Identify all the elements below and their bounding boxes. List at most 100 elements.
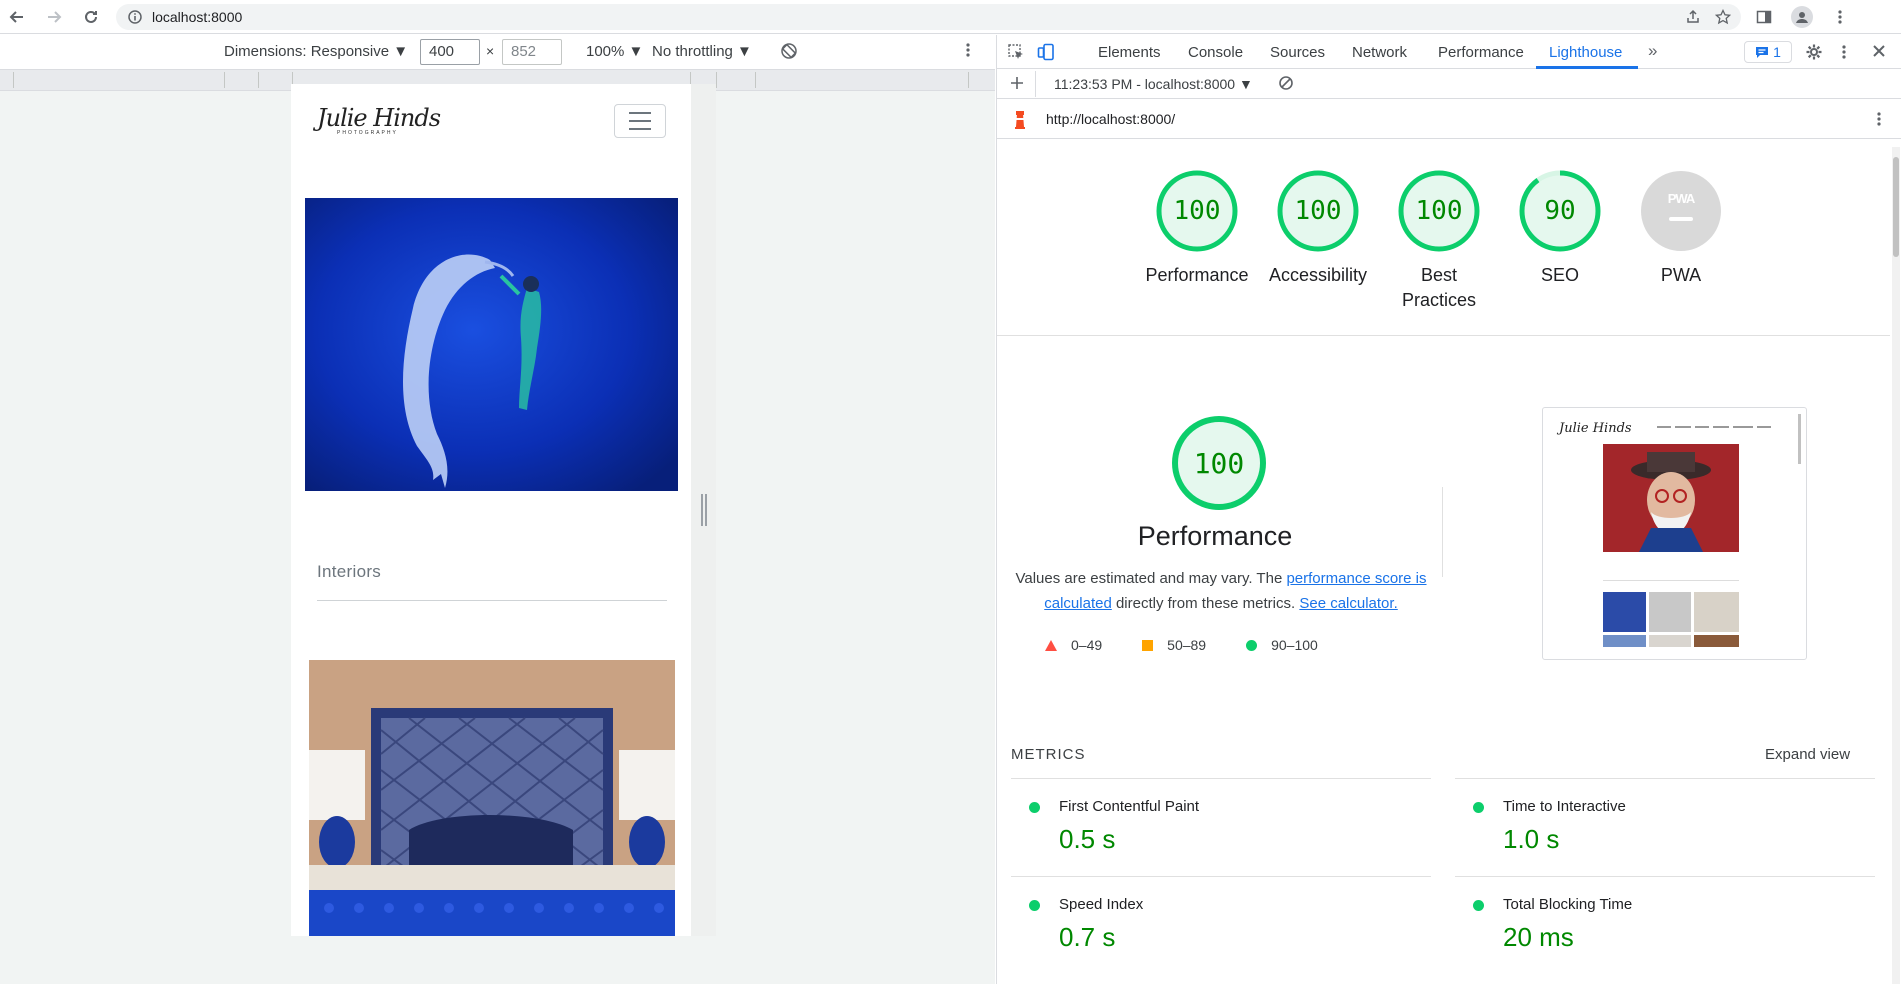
pass-dot-icon [1473, 802, 1484, 813]
devtools-menu-button[interactable] [1842, 44, 1846, 60]
device-mode-icon [1037, 43, 1054, 61]
inspect-cursor-icon [1008, 44, 1023, 59]
gauge-ring: 100 [1155, 169, 1239, 253]
back-button[interactable] [0, 0, 34, 34]
clear-reports-button[interactable] [1278, 75, 1294, 91]
site-logo-subtitle: PHOTOGRAPHY [337, 130, 398, 136]
metric-label: Total Blocking Time [1503, 896, 1633, 913]
score-gauges: 100 Performance 100 Accessibility 100 Be… [1137, 169, 1737, 319]
avatar-icon [1791, 5, 1813, 28]
expand-view-toggle[interactable]: Expand view [1765, 746, 1850, 763]
profile-button[interactable] [1787, 2, 1817, 32]
new-report-button[interactable] [1009, 75, 1025, 91]
lighthouse-toolbar: 11:23:53 PM - localhost:8000 ▼ [997, 69, 1901, 99]
see-calculator-link[interactable]: See calculator. [1299, 595, 1397, 612]
zoom-dropdown[interactable]: 100% ▼ [586, 43, 643, 60]
legend-average-label: 50–89 [1167, 637, 1207, 653]
url-text: localhost:8000 [152, 8, 243, 25]
tab-sources[interactable]: Sources [1270, 44, 1325, 61]
reload-button[interactable] [74, 0, 108, 34]
back-arrow-icon [9, 10, 23, 23]
scrollbar-thumb[interactable] [1893, 157, 1899, 257]
legend-pass: 90–100 [1246, 637, 1318, 653]
throttling-dropdown[interactable]: No throttling ▼ [652, 43, 752, 60]
metric-value: 1.0 s [1503, 824, 1560, 854]
device-toolbar: Dimensions: Responsive ▼ 400 × 852 100% … [0, 35, 995, 69]
interiors-bedroom-image[interactable] [309, 660, 675, 936]
metric-label: Speed Index [1059, 896, 1144, 913]
hamburger-menu-button[interactable] [614, 104, 666, 138]
performance-description: Values are estimated and may vary. The p… [1011, 566, 1431, 616]
kebab-menu-icon [1838, 9, 1842, 24]
metrics-heading: METRICS [1011, 746, 1086, 763]
gauge-score: 100 [1173, 196, 1221, 226]
score-legend: 0–49 50–89 90–100 [1045, 637, 1358, 653]
performance-title: Performance [1137, 521, 1293, 551]
issues-badge[interactable]: 1 [1744, 41, 1792, 63]
browser-address-bar: localhost:8000 [0, 0, 1901, 34]
metric-value: 0.5 s [1059, 824, 1116, 854]
devtools-settings-button[interactable] [1805, 43, 1823, 61]
pwa-badge-text: PWA [1667, 191, 1696, 206]
dimensions-dropdown[interactable]: Dimensions: Responsive ▼ [224, 43, 408, 60]
gauge-pwa[interactable]: PWA PWA [1621, 169, 1741, 288]
metric-label: Time to Interactive [1503, 798, 1626, 815]
omnibox[interactable]: localhost:8000 [116, 3, 1741, 30]
tab-performance[interactable]: Performance [1438, 44, 1524, 61]
gear-icon [1806, 44, 1822, 60]
gauge-ring: PWA [1639, 169, 1723, 253]
reload-icon [85, 10, 97, 23]
side-panel-button[interactable] [1749, 2, 1779, 32]
metric-value: 0.7 s [1059, 922, 1116, 952]
report-selector[interactable]: 11:23:53 PM - localhost:8000 ▼ [1054, 76, 1253, 92]
more-tabs-chevron-icon[interactable]: » [1648, 41, 1657, 61]
clear-icon [1279, 76, 1293, 90]
gauge-label: SEO [1540, 265, 1579, 285]
devtools-scrollbar[interactable] [1892, 147, 1900, 984]
devtools-tab-bar: Elements Console Sources Network Perform… [997, 35, 1901, 69]
section-divider [317, 600, 667, 601]
tab-network[interactable]: Network [1352, 44, 1407, 61]
gauge-seo[interactable]: 90 SEO [1500, 169, 1620, 288]
viewport-resize-handle[interactable] [701, 494, 707, 526]
performance-gauge-large: 100 [1171, 415, 1267, 511]
tab-lighthouse[interactable]: Lighthouse [1549, 44, 1622, 61]
width-input[interactable]: 400 [420, 39, 480, 65]
final-screenshot-thumbnail[interactable]: Julie Hinds [1542, 407, 1807, 660]
gauge-ring: 100 [1397, 169, 1481, 253]
gauge-score: 100 [1415, 196, 1463, 226]
metric-total-blocking-time: Total Blocking Time 20 ms [1455, 876, 1875, 974]
gauge-accessibility[interactable]: 100 Accessibility [1258, 169, 1378, 288]
forward-button[interactable] [34, 0, 74, 34]
gauge-label: PWA [1660, 265, 1702, 285]
circle-icon [1246, 639, 1258, 651]
devtools-close-button[interactable] [1872, 44, 1886, 58]
info-icon [128, 9, 142, 24]
emulated-viewport: Julie Hinds PHOTOGRAPHY Interiors [291, 84, 691, 936]
legend-fail-label: 0–49 [1071, 637, 1103, 653]
share-icon [1687, 9, 1699, 23]
pass-dot-icon [1473, 900, 1484, 911]
tab-elements[interactable]: Elements [1098, 44, 1161, 61]
gauge-best-practices[interactable]: 100 Best Practices [1379, 169, 1499, 313]
legend-pass-label: 90–100 [1271, 637, 1318, 653]
rotate-icon [781, 43, 797, 59]
device-toolbar-menu-button[interactable] [966, 42, 970, 58]
chrome-menu-button[interactable] [1825, 2, 1855, 32]
close-icon [1873, 45, 1885, 57]
hamburger-icon [629, 112, 651, 114]
site-logo[interactable]: Julie Hinds [317, 104, 441, 132]
devtools-panel: Elements Console Sources Network Perform… [996, 35, 1901, 984]
inspect-element-button[interactable] [1007, 43, 1025, 61]
tab-console[interactable]: Console [1188, 44, 1243, 61]
section-divider [997, 335, 1890, 336]
gauge-performance[interactable]: 100 Performance [1137, 169, 1257, 288]
issues-count: 1 [1773, 44, 1781, 60]
rotate-button[interactable] [780, 42, 798, 60]
gauge-ring: 90 [1518, 169, 1602, 253]
report-menu-button[interactable] [1877, 111, 1881, 127]
legend-average: 50–89 [1142, 637, 1206, 653]
pass-dot-icon [1029, 900, 1040, 911]
height-input[interactable]: 852 [502, 39, 562, 65]
device-toggle-button[interactable] [1037, 43, 1055, 61]
